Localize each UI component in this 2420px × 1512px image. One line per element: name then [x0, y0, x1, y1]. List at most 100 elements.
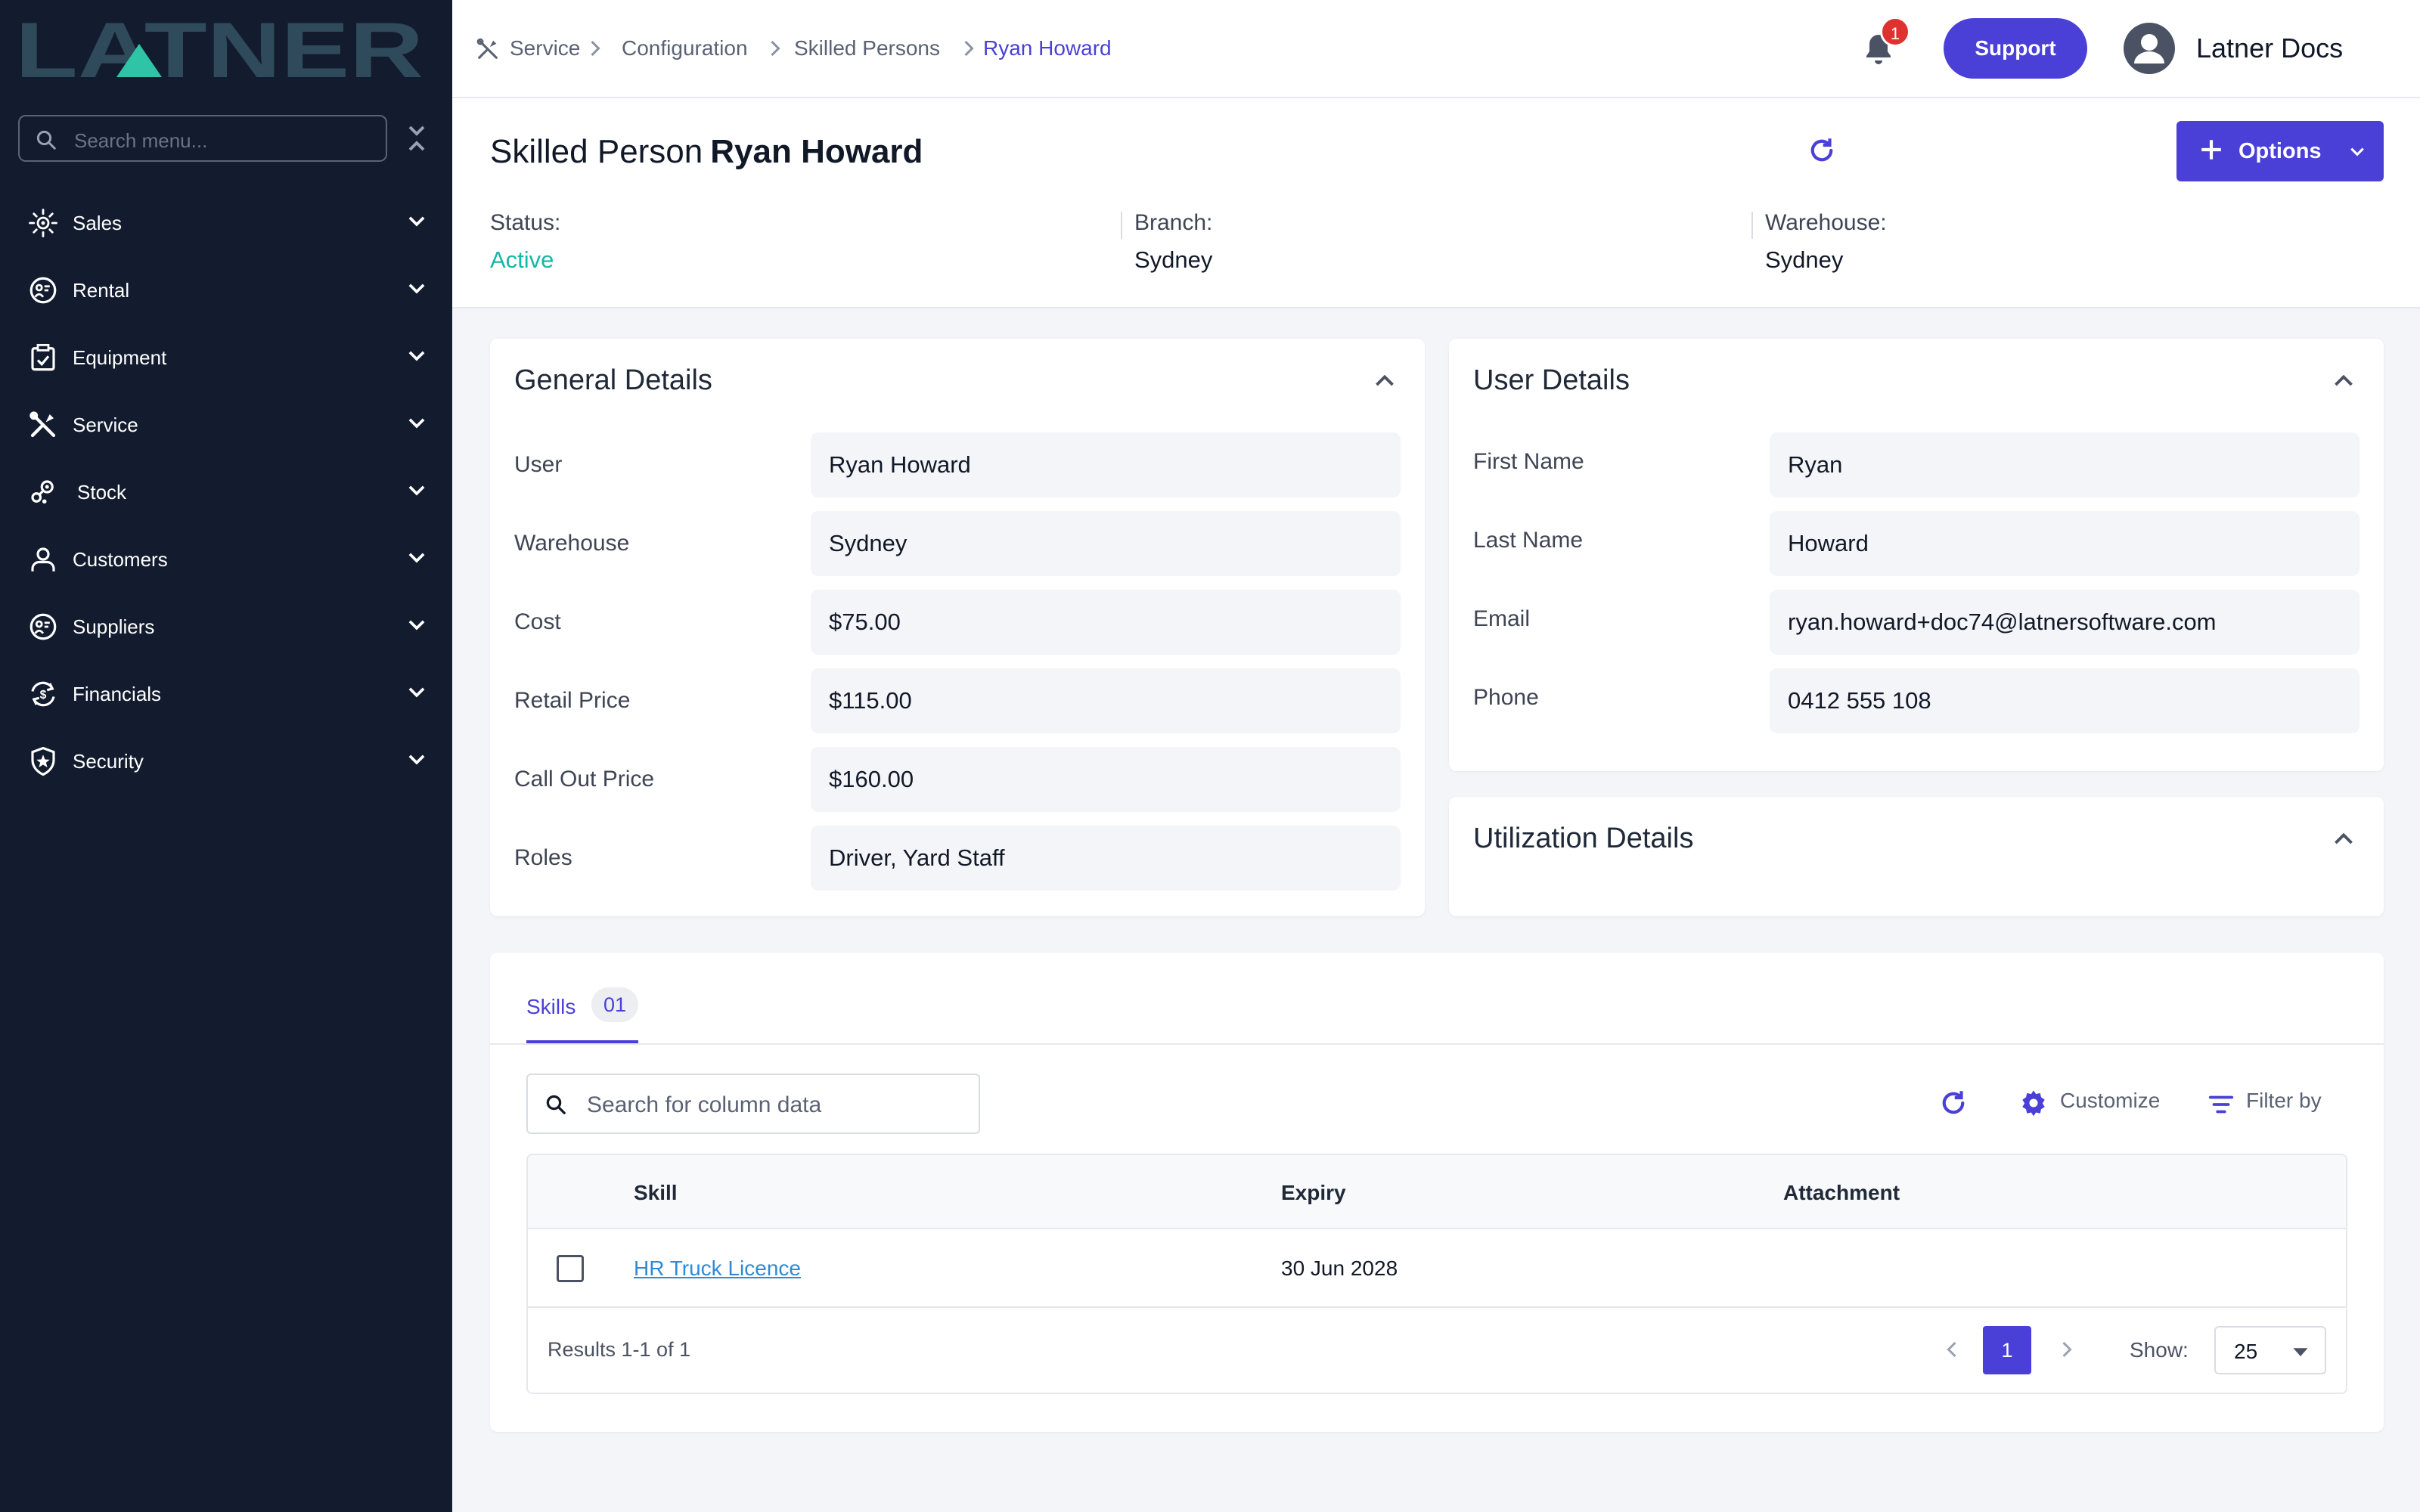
chevron-right-icon — [771, 40, 780, 57]
sidebar-item-suppliers[interactable]: Suppliers — [0, 599, 452, 652]
service-icon — [29, 411, 56, 438]
roles-field: Driver, Yard Staff — [811, 826, 1401, 891]
chevron-down-icon — [408, 754, 425, 765]
chevron-down-icon — [408, 216, 425, 227]
skill-link[interactable]: HR Truck Licence — [634, 1256, 801, 1281]
breadcrumb-configuration[interactable]: Configuration — [622, 36, 748, 60]
filter-by-button[interactable]: Filter by — [2246, 1089, 2322, 1113]
divider — [490, 1043, 2384, 1045]
chevron-left-icon[interactable] — [1945, 1340, 1959, 1359]
breadcrumb-service[interactable]: Service — [510, 36, 580, 60]
notification-badge: 1 — [1880, 17, 1910, 47]
field-label: First Name — [1473, 449, 1584, 474]
sidebar-item-sales[interactable]: Sales — [0, 195, 452, 248]
record-header: Skilled Person Ryan Howard Options Status… — [452, 98, 2420, 308]
breadcrumb-skilled-persons[interactable]: Skilled Persons — [794, 36, 940, 60]
chevron-down-icon — [2350, 147, 2364, 156]
field-label: Call Out Price — [514, 767, 655, 792]
row-checkbox[interactable] — [557, 1255, 584, 1282]
chevron-down-icon — [408, 620, 425, 631]
chevron-down-icon — [408, 485, 425, 496]
sidebar-item-label: Equipment — [73, 346, 167, 369]
page-size-select[interactable]: 25 — [2214, 1326, 2326, 1374]
stock-icon — [31, 480, 54, 504]
tab-skills[interactable]: Skills — [526, 995, 576, 1019]
user-field: Ryan Howard — [811, 432, 1401, 497]
gear-icon[interactable] — [2019, 1089, 2048, 1117]
page-title: Skilled Person Ryan Howard — [490, 133, 923, 171]
rental-icon — [29, 277, 57, 304]
filter-icon[interactable] — [2207, 1090, 2235, 1119]
first-name-field: Ryan — [1770, 432, 2360, 497]
avatar[interactable] — [2124, 23, 2175, 74]
topbar: Service Configuration Skilled Persons Ry… — [452, 0, 2420, 98]
sidebar-item-label: Security — [73, 750, 144, 773]
skills-section: Skills 01 Search for column data Customi… — [490, 953, 2384, 1432]
table-header: Skill Expiry Attachment — [528, 1155, 2346, 1229]
chevron-up-icon[interactable] — [1373, 372, 1396, 389]
branch-value: Sydney — [1134, 246, 1213, 273]
chevron-up-icon[interactable] — [2332, 830, 2355, 847]
field-label: Warehouse — [514, 531, 630, 556]
refresh-icon[interactable] — [1806, 135, 1838, 166]
sidebar-item-label: Service — [73, 414, 138, 436]
column-header-expiry[interactable]: Expiry — [1281, 1181, 1346, 1205]
customers-icon — [31, 547, 55, 572]
sidebar-item-customers[interactable]: Customers — [0, 531, 452, 584]
table-row: HR Truck Licence 30 Jun 2028 — [528, 1229, 2346, 1308]
field-label: Cost — [514, 609, 561, 634]
customize-button[interactable]: Customize — [2060, 1089, 2160, 1113]
utilization-details-card: Utilization Details — [1449, 797, 2384, 916]
warehouse-value: Sydney — [1765, 246, 1844, 273]
retail-price-field: $115.00 — [811, 668, 1401, 733]
collapse-sidebar-icon[interactable] — [405, 122, 428, 154]
call-out-price-field: $160.00 — [811, 747, 1401, 812]
sidebar-item-label: Customers — [73, 548, 168, 571]
support-button[interactable]: Support — [1944, 18, 2087, 79]
field-label: Retail Price — [514, 688, 631, 713]
options-button[interactable]: Options — [2176, 121, 2384, 181]
sidebar-item-rental[interactable]: Rental — [0, 262, 452, 315]
card-title: General Details — [514, 364, 712, 396]
caret-down-icon — [2293, 1348, 2308, 1356]
sidebar-item-label: Stock — [77, 481, 127, 503]
search-icon — [36, 130, 56, 150]
column-search-input[interactable]: Search for column data — [526, 1074, 980, 1134]
chevron-down-icon — [408, 553, 425, 563]
sidebar-item-label: Sales — [73, 212, 123, 234]
field-label: Roles — [514, 845, 572, 870]
plus-icon — [2201, 140, 2221, 160]
breadcrumb-current: Ryan Howard — [983, 36, 1112, 60]
email-field: ryan.howard+doc74@latnersoftware.com — [1770, 590, 2360, 655]
latner-logo[interactable]: LATNER — [15, 14, 424, 86]
sidebar-item-stock[interactable]: Stock — [0, 464, 452, 517]
pagination-current-page[interactable]: 1 — [1983, 1326, 2031, 1374]
column-header-skill[interactable]: Skill — [634, 1181, 678, 1205]
general-details-card: General Details User Ryan Howard Warehou… — [490, 339, 1425, 916]
column-header-attachment[interactable]: Attachment — [1783, 1181, 1900, 1205]
sales-icon — [29, 209, 57, 237]
skills-table: Skill Expiry Attachment HR Truck Licence… — [526, 1154, 2347, 1394]
card-title: User Details — [1473, 364, 1630, 396]
sidebar-item-label: Financials — [73, 683, 162, 705]
options-label: Options — [2238, 139, 2322, 163]
warehouse-field: Sydney — [811, 511, 1401, 576]
chevron-down-icon — [408, 418, 425, 429]
refresh-icon[interactable] — [1938, 1087, 1969, 1119]
field-label: Phone — [1473, 685, 1539, 710]
divider — [1751, 212, 1753, 239]
sidebar: LATNER Search menu... Sales Rental Equip… — [0, 0, 452, 1512]
equipment-icon — [31, 343, 55, 371]
sidebar-item-service[interactable]: Service — [0, 397, 452, 450]
sidebar-item-equipment[interactable]: Equipment — [0, 330, 452, 383]
show-label: Show: — [2130, 1338, 2189, 1362]
page-size-value: 25 — [2234, 1340, 2258, 1363]
sidebar-item-financials[interactable]: $ Financials — [0, 666, 452, 719]
menu-search-input[interactable]: Search menu... — [18, 115, 387, 162]
divider — [1121, 212, 1122, 239]
expiry-cell: 30 Jun 2028 — [1281, 1256, 1398, 1280]
chevron-up-icon[interactable] — [2332, 372, 2355, 389]
sidebar-item-security[interactable]: Security — [0, 733, 452, 786]
user-name[interactable]: Latner Docs — [2196, 33, 2343, 64]
chevron-right-icon[interactable] — [2060, 1340, 2074, 1359]
